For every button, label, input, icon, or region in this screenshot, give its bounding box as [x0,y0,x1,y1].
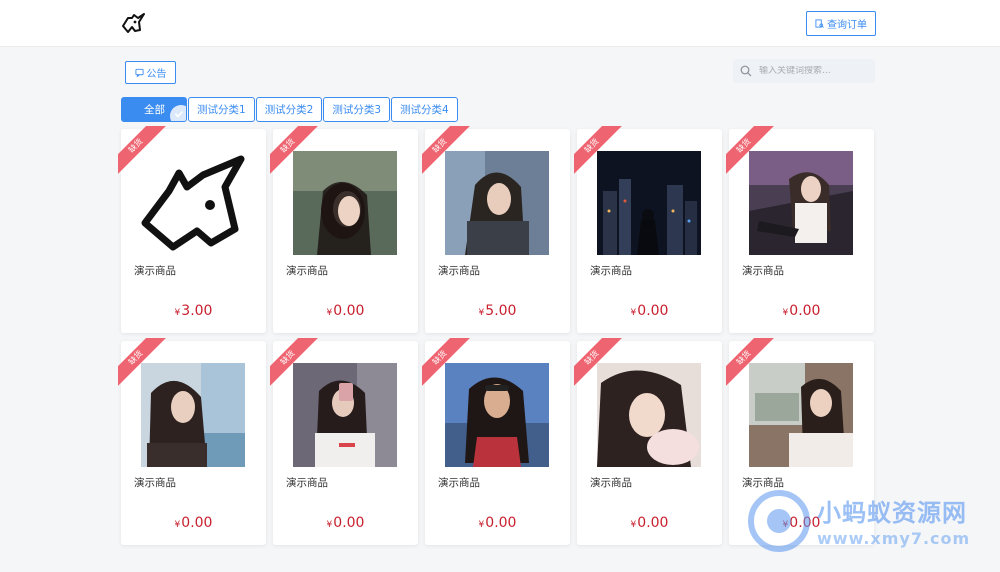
product-name: 演示商品 [134,477,176,489]
tab-label: 测试分类3 [332,104,382,116]
product-card[interactable]: 缺货 演示商品 ¥0.00 [270,338,418,545]
product-card[interactable]: 缺货 演示商品 ¥0.00 [574,338,722,545]
product-card[interactable]: 缺货 演示商品 ¥0.00 [422,338,570,545]
product-price: ¥0.00 [273,515,418,531]
price-value: 5.00 [485,303,517,319]
product-image [293,363,397,467]
price-value: 0.00 [637,515,669,531]
product-price: ¥0.00 [273,303,418,319]
tab-label: 测试分类4 [400,104,449,116]
product-name: 演示商品 [286,265,328,277]
query-order-label: 查询订单 [827,20,867,31]
product-image [749,151,853,255]
product-card[interactable]: 缺货 演示商品 ¥0.00 [726,126,874,333]
product-name: 演示商品 [590,265,632,277]
price-value: 0.00 [789,303,821,319]
top-header: 查询订单 [0,0,1000,47]
tab-label: 测试分类2 [264,104,314,116]
price-value: 0.00 [789,515,821,531]
search-input[interactable] [759,66,869,76]
product-card[interactable]: 缺货 演示商品 ¥5.00 [422,126,570,333]
product-card[interactable]: 缺货 演示商品 ¥0.00 [270,126,418,333]
price-value: 0.00 [485,515,517,531]
product-image [445,151,549,255]
search-icon [740,65,752,77]
currency-symbol: ¥ [174,308,181,318]
product-name: 演示商品 [134,265,176,277]
tab-label: 全部 [144,104,165,116]
product-price: ¥0.00 [425,515,570,531]
currency-symbol: ¥ [478,520,485,530]
product-image [597,151,701,255]
tab-label: 测试分类1 [197,104,246,116]
price-value: 0.00 [181,515,213,531]
document-search-icon [815,19,824,28]
tab-category-2[interactable]: 测试分类2 [255,97,323,122]
product-card[interactable]: 缺货 演示商品 ¥0.00 [574,126,722,333]
product-price: ¥0.00 [577,515,722,531]
product-image [293,151,397,255]
search-box[interactable] [733,59,875,83]
product-name: 演示商品 [590,477,632,489]
currency-symbol: ¥ [630,308,637,318]
currency-symbol: ¥ [630,520,637,530]
product-image [141,151,245,255]
category-tabs: 全部 测试分类1 测试分类2 测试分类3 测试分类4 [121,97,458,122]
message-icon [134,68,144,77]
unicorn-logo-icon [141,151,245,255]
product-name: 演示商品 [286,477,328,489]
product-card[interactable]: 缺货 演示商品 ¥0.00 [118,338,266,545]
currency-symbol: ¥ [174,520,181,530]
price-value: 0.00 [333,303,365,319]
query-order-button[interactable]: 查询订单 [806,11,876,36]
product-image [597,363,701,467]
product-price: ¥0.00 [577,303,722,319]
product-image [141,363,245,467]
tab-category-4[interactable]: 测试分类4 [391,97,458,122]
price-value: 0.00 [637,303,669,319]
currency-symbol: ¥ [326,308,333,318]
product-price: ¥3.00 [121,303,266,319]
product-name: 演示商品 [438,265,480,277]
currency-symbol: ¥ [326,520,333,530]
price-value: 3.00 [181,303,213,319]
unicorn-logo-icon[interactable] [120,12,146,34]
tab-all[interactable]: 全部 [121,97,187,122]
product-image [749,363,853,467]
price-value: 0.00 [333,515,365,531]
product-name: 演示商品 [742,477,784,489]
product-name: 演示商品 [742,265,784,277]
check-icon [170,105,186,121]
product-name: 演示商品 [438,477,480,489]
notice-label: 公告 [146,69,167,80]
product-price: ¥5.00 [425,303,570,319]
currency-symbol: ¥ [782,308,789,318]
product-image [445,363,549,467]
product-price: ¥0.00 [729,303,874,319]
product-price: ¥0.00 [729,515,874,531]
tab-category-3[interactable]: 测试分类3 [323,97,391,122]
product-card[interactable]: 缺货 演示商品 ¥0.00 [726,338,874,545]
tab-category-1[interactable]: 测试分类1 [188,97,255,122]
currency-symbol: ¥ [782,520,789,530]
notice-button[interactable]: 公告 [125,61,176,84]
product-price: ¥0.00 [121,515,266,531]
currency-symbol: ¥ [478,308,485,318]
product-card[interactable]: 缺货 演示商品 ¥3.00 [118,126,266,333]
